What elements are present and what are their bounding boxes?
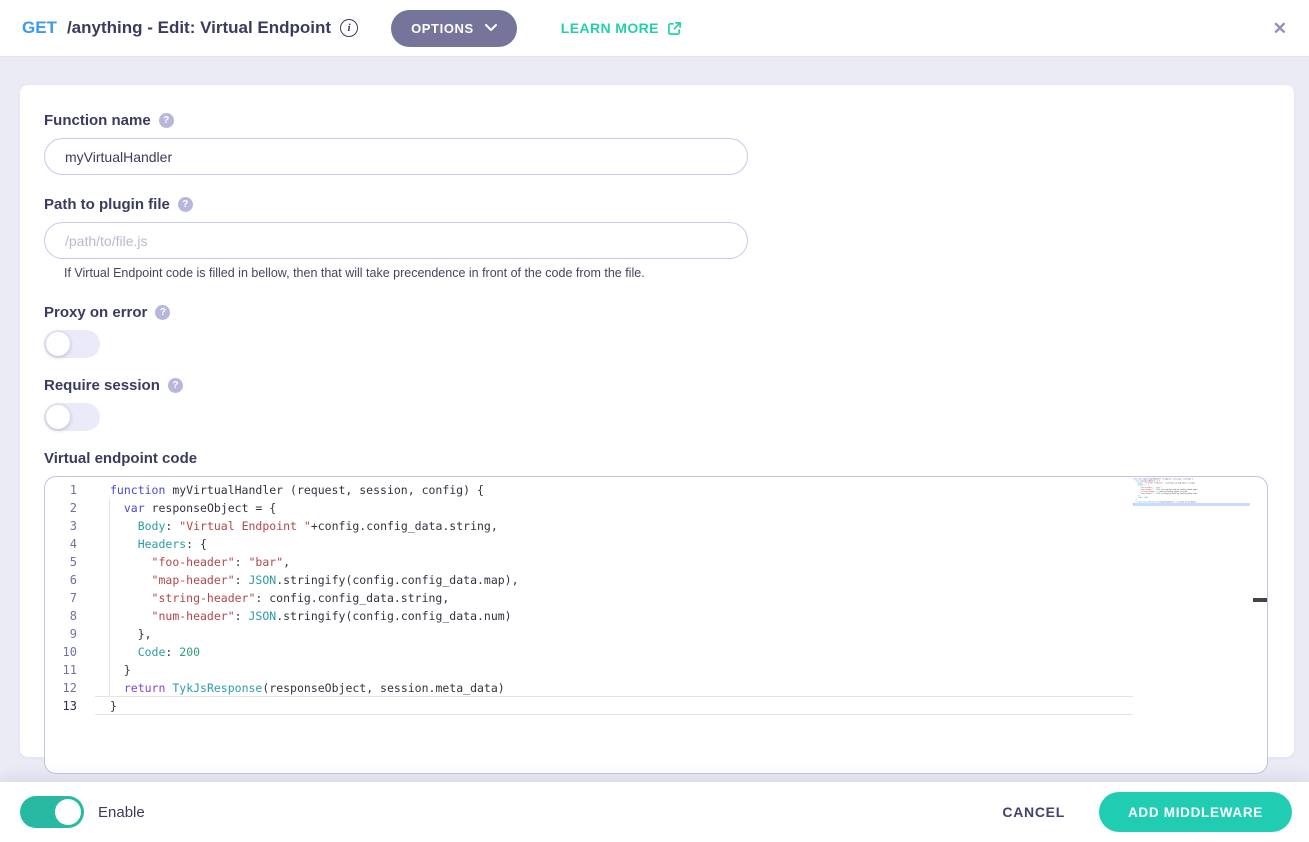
proxy-on-error-label: Proxy on error <box>44 304 147 321</box>
code-line: "map-header": JSON.stringify(config.conf… <box>45 571 1267 589</box>
minimap-line: } <box>1133 503 1250 505</box>
function-name-input[interactable] <box>44 138 748 175</box>
code-line: }, <box>45 625 1267 643</box>
code-line: Headers: { <box>45 535 1267 553</box>
minimap-content: function myVirtualHandler (request, sess… <box>1133 478 1250 505</box>
plugin-path-label: Path to plugin file <box>44 196 170 213</box>
cancel-button[interactable]: CANCEL <box>1002 804 1065 820</box>
virtual-endpoint-editor-screen: GET /anything - Edit: Virtual Endpoint i… <box>0 0 1309 842</box>
code-line: } <box>45 661 1267 679</box>
page-title: /anything - Edit: Virtual Endpoint <box>67 18 331 38</box>
plugin-path-input[interactable] <box>44 222 748 259</box>
http-method-badge: GET <box>22 18 57 38</box>
code-line: Code: 200 <box>45 643 1267 661</box>
enable-toggle[interactable] <box>20 796 84 828</box>
function-name-label: Function name <box>44 112 151 129</box>
help-icon[interactable]: ? <box>178 197 193 212</box>
proxy-on-error-toggle[interactable] <box>44 330 100 358</box>
overview-ruler-marker <box>1253 598 1267 602</box>
external-link-icon <box>667 21 682 36</box>
toggle-knob <box>55 799 81 825</box>
endpoint-code-label: Virtual endpoint code <box>44 450 197 467</box>
enable-label: Enable <box>98 804 145 821</box>
code-line: function myVirtualHandler (request, sess… <box>45 481 1267 499</box>
code-content: function myVirtualHandler (request, sess… <box>45 481 1267 715</box>
plugin-path-helper-text: If Virtual Endpoint code is filled in be… <box>64 266 1270 280</box>
toggle-knob <box>46 405 70 429</box>
help-icon[interactable]: ? <box>168 378 183 393</box>
chevron-down-icon <box>485 24 497 32</box>
code-line: "num-header": JSON.stringify(config.conf… <box>45 607 1267 625</box>
header-bar: GET /anything - Edit: Virtual Endpoint i… <box>0 0 1309 57</box>
toggle-knob <box>46 332 70 356</box>
options-button[interactable]: OPTIONS <box>391 10 517 47</box>
info-icon[interactable]: i <box>340 19 358 37</box>
code-line: var responseObject = { <box>45 499 1267 517</box>
require-session-toggle[interactable] <box>44 403 100 431</box>
code-line: "string-header": config.config_data.stri… <box>45 589 1267 607</box>
code-line: } <box>45 697 1267 715</box>
function-name-label-row: Function name ? <box>44 112 1270 129</box>
code-line: "foo-header": "bar", <box>45 553 1267 571</box>
help-icon[interactable]: ? <box>155 305 170 320</box>
code-editor[interactable]: 12345678910111213 function myVirtualHand… <box>44 476 1268 774</box>
help-icon[interactable]: ? <box>159 113 174 128</box>
endpoint-code-label-row: Virtual endpoint code <box>44 450 1270 467</box>
code-line: Body: "Virtual Endpoint "+config.config_… <box>45 517 1267 535</box>
options-button-label: OPTIONS <box>411 21 474 36</box>
middleware-form-card: Function name ? Path to plugin file ? If… <box>20 85 1294 757</box>
require-session-label-row: Require session ? <box>44 377 1270 394</box>
learn-more-label: LEARN MORE <box>561 20 659 36</box>
proxy-on-error-label-row: Proxy on error ? <box>44 304 1270 321</box>
close-icon[interactable]: ✕ <box>1273 20 1287 37</box>
require-session-label: Require session <box>44 377 160 394</box>
code-line: return TykJsResponse(responseObject, ses… <box>45 679 1267 697</box>
add-middleware-button[interactable]: ADD MIDDLEWARE <box>1099 792 1292 832</box>
editor-minimap[interactable]: function myVirtualHandler (request, sess… <box>1133 478 1250 520</box>
learn-more-link[interactable]: LEARN MORE <box>561 20 682 36</box>
plugin-path-label-row: Path to plugin file ? <box>44 196 1270 213</box>
footer-bar: Enable CANCEL ADD MIDDLEWARE <box>0 782 1309 842</box>
